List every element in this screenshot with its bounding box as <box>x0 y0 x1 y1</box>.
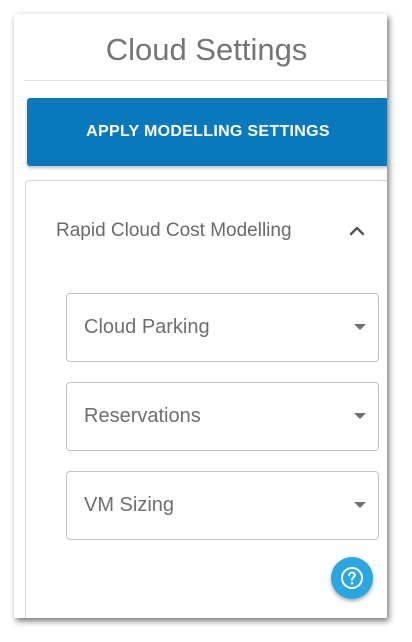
select-label: Reservations <box>84 405 201 427</box>
cloud-parking-select[interactable]: Cloud Parking <box>66 293 379 362</box>
rapid-cloud-cost-modelling-header[interactable]: Rapid Cloud Cost Modelling <box>26 211 387 251</box>
modelling-card: Rapid Cloud Cost Modelling Cloud Parking… <box>25 180 387 618</box>
select-label: Cloud Parking <box>84 316 210 338</box>
select-label: VM Sizing <box>84 494 175 516</box>
section-label: Rapid Cloud Cost Modelling <box>56 220 292 241</box>
title-divider <box>24 80 387 81</box>
caret-down-icon <box>354 502 366 508</box>
caret-down-icon <box>354 413 366 419</box>
chevron-up-icon[interactable] <box>347 221 367 241</box>
cloud-settings-panel: Cloud Settings APPLY MODELLING SETTINGS … <box>14 14 387 618</box>
vm-sizing-select[interactable]: VM Sizing <box>66 471 379 540</box>
help-button[interactable] <box>331 557 373 599</box>
apply-modelling-settings-button[interactable]: APPLY MODELLING SETTINGS <box>27 98 387 166</box>
reservations-select[interactable]: Reservations <box>66 382 379 451</box>
page-title: Cloud Settings <box>105 32 308 67</box>
help-circle-icon <box>341 567 363 589</box>
caret-down-icon <box>354 324 366 330</box>
